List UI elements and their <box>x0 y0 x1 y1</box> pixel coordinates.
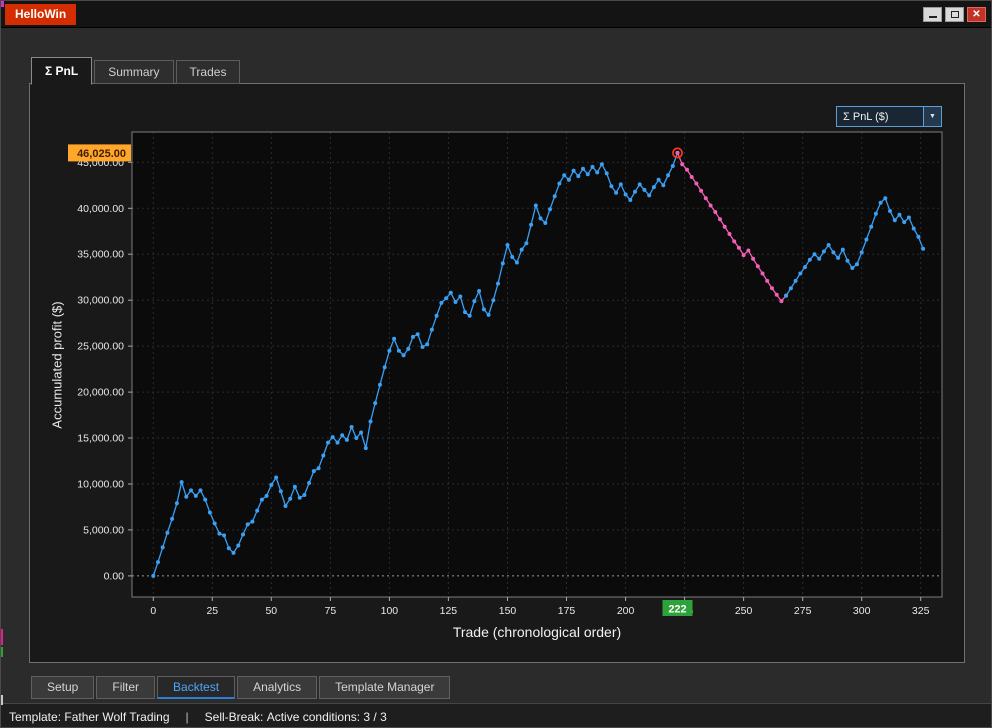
close-icon: ✕ <box>972 9 980 20</box>
svg-text:250: 250 <box>735 605 753 617</box>
tab-pnl[interactable]: Σ PnL <box>31 57 92 85</box>
tab-filter[interactable]: Filter <box>96 676 155 699</box>
status-template-value: Father Wolf Trading <box>64 710 169 724</box>
minimize-button[interactable] <box>923 7 942 22</box>
tab-setup-label: Setup <box>47 680 78 694</box>
svg-text:30,000.00: 30,000.00 <box>77 295 124 307</box>
svg-text:50: 50 <box>265 605 277 617</box>
series-selector-value: Σ PnL ($) <box>837 111 923 123</box>
svg-text:175: 175 <box>558 605 576 617</box>
svg-text:25,000.00: 25,000.00 <box>77 341 124 353</box>
pnl-chart[interactable]: 0.00 5,000.00 10,000.00 15,000.00 20,000.00 2… <box>58 128 948 628</box>
svg-text:10,000.00: 10,000.00 <box>77 479 124 491</box>
tab-analytics[interactable]: Analytics <box>237 676 317 699</box>
chevron-down-icon: ▼ <box>923 107 941 126</box>
maximize-button[interactable] <box>945 7 964 22</box>
svg-text:222: 222 <box>668 604 686 616</box>
svg-text:300: 300 <box>853 605 871 617</box>
x-axis-labels: 0255075100125150175200225250275300325 <box>150 597 929 617</box>
title-bar[interactable]: HelloWin ✕ <box>1 1 991 28</box>
window-title: HelloWin <box>5 4 76 25</box>
status-rule-value: Active conditions: 3 / 3 <box>267 710 387 724</box>
status-template-label: Template: <box>9 710 61 724</box>
status-bar: Template: Father Wolf Trading | Sell-Bre… <box>1 703 991 728</box>
tab-pnl-label: Σ PnL <box>45 64 78 78</box>
svg-text:20,000.00: 20,000.00 <box>77 387 124 399</box>
y-axis-labels: 0.00 5,000.00 10,000.00 15,000.00 20,000.00 2… <box>77 157 132 583</box>
svg-text:125: 125 <box>440 605 458 617</box>
x-axis-title: Trade (chronological order) <box>132 624 942 640</box>
svg-text:150: 150 <box>499 605 517 617</box>
desktop-artifact <box>1 1 4 7</box>
svg-text:46,025.00: 46,025.00 <box>77 148 126 160</box>
series-selector-dropdown[interactable]: Σ PnL ($) ▼ <box>836 106 942 127</box>
tab-analytics-label: Analytics <box>253 680 301 694</box>
svg-text:35,000.00: 35,000.00 <box>77 249 124 261</box>
svg-text:0.00: 0.00 <box>104 570 125 582</box>
tab-trades-label: Trades <box>190 65 227 79</box>
close-button[interactable]: ✕ <box>967 7 986 22</box>
desktop-artifact <box>1 695 3 705</box>
svg-text:25: 25 <box>206 605 218 617</box>
window-controls: ✕ <box>923 7 986 22</box>
svg-text:40,000.00: 40,000.00 <box>77 203 124 215</box>
svg-text:100: 100 <box>381 605 399 617</box>
status-rule-label: Sell-Break: <box>205 710 264 724</box>
tab-setup[interactable]: Setup <box>31 676 94 699</box>
minimize-icon <box>929 16 937 18</box>
crosshair-trade-label: 222 <box>663 600 693 616</box>
svg-text:325: 325 <box>912 605 930 617</box>
application-window: HelloWin ✕ Σ PnL Summary Trades Σ PnL ($… <box>0 0 992 728</box>
tab-backtest[interactable]: Backtest <box>157 676 235 699</box>
status-separator: | <box>186 710 189 724</box>
tab-summary-label: Summary <box>108 65 159 79</box>
svg-text:75: 75 <box>325 605 337 617</box>
tab-backtest-label: Backtest <box>173 680 219 694</box>
tab-template-manager[interactable]: Template Manager <box>319 676 450 699</box>
tab-filter-label: Filter <box>112 680 139 694</box>
tab-template-manager-label: Template Manager <box>335 680 434 694</box>
svg-text:200: 200 <box>617 605 635 617</box>
bottom-tab-bar: Setup Filter Backtest Analytics Template… <box>31 676 452 699</box>
top-tab-bar: Σ PnL Summary Trades <box>31 57 242 84</box>
crosshair-value-label: 46,025.00 <box>68 144 131 161</box>
svg-text:275: 275 <box>794 605 812 617</box>
svg-text:0: 0 <box>150 605 156 617</box>
maximize-icon <box>951 11 959 18</box>
tab-summary[interactable]: Summary <box>94 60 173 84</box>
desktop-artifact <box>1 647 3 657</box>
svg-text:5,000.00: 5,000.00 <box>83 524 124 536</box>
desktop-artifact <box>1 629 3 645</box>
svg-text:15,000.00: 15,000.00 <box>77 433 124 445</box>
plot-background <box>132 132 942 597</box>
chart-panel: Σ PnL ($) ▼ Accumulated profit ($) 0.005… <box>29 83 965 663</box>
tab-trades[interactable]: Trades <box>176 60 241 84</box>
